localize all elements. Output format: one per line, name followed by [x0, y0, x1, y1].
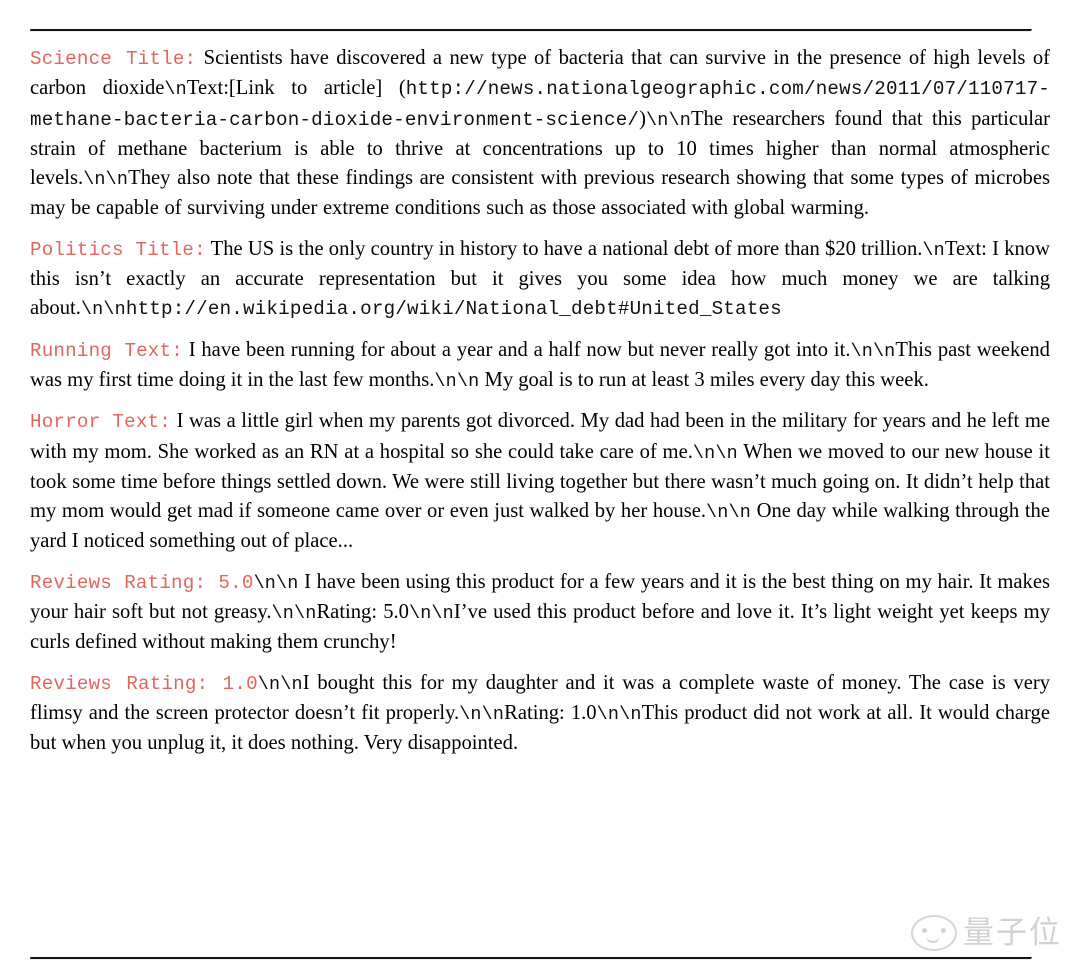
sample-label: Reviews Rating: 1.0 [30, 672, 258, 695]
smiley-face-icon [911, 915, 957, 951]
sample-part-escape: \n\n [850, 340, 896, 362]
sample-part-serif: Rating: 5.0 [316, 601, 409, 624]
sample-part-serif: Rating: 1.0 [504, 701, 597, 724]
sample-part-escape: \n\n [434, 370, 480, 392]
sample-running: Running Text: I have been running for ab… [30, 336, 1050, 397]
sample-part-escape: \n\n [408, 603, 454, 625]
sample-part-serif: ) [639, 107, 647, 130]
sample-part-serif: I have been running for about a year and… [182, 338, 851, 361]
sample-label: Politics Title: [30, 238, 206, 261]
sample-part-escape: \n\n [257, 673, 303, 695]
sample-part-escape: \n\n [80, 299, 126, 321]
sample-part-escape: \n\n [459, 703, 505, 725]
table-bottom-rule [30, 957, 1032, 960]
sample-part-escape: \n\n [83, 169, 129, 191]
samples-container: Science Title: Scientists have discovere… [30, 32, 1050, 759]
sample-part-escape: \n\n [646, 109, 691, 131]
sample-label: Science Title: [30, 48, 197, 70]
sample-part-serif: They also note that these findings are c… [30, 167, 1050, 220]
sample-reviews-5: Reviews Rating: 5.0\n\n I have been usin… [30, 568, 1050, 658]
sample-part-escape: \n [164, 79, 187, 101]
sample-science: Science Title: Scientists have discovere… [30, 44, 1050, 224]
sample-part-escape: \n\n [596, 703, 642, 725]
sample-part-serif: My goal is to run at least 3 miles every… [479, 368, 929, 391]
watermark: 量子位 [911, 915, 1062, 951]
document-page: Science Title: Scientists have discovere… [0, 29, 1080, 973]
sample-politics: Politics Title: The US is the only count… [30, 235, 1050, 325]
sample-part-escape: \n [922, 239, 945, 261]
sample-part-mono: http://en.wikipedia.org/wiki/National_de… [125, 298, 782, 321]
sample-label: Running Text: [30, 339, 183, 362]
sample-part-escape: \n\n [692, 442, 738, 464]
sample-part-escape: \n\n [706, 502, 751, 524]
sample-reviews-1: Reviews Rating: 1.0\n\nI bought this for… [30, 669, 1050, 759]
sample-label: Reviews Rating: 5.0 [30, 571, 254, 594]
sample-part-serif: The US is the only country in history to… [205, 237, 923, 260]
sample-horror: Horror Text: I was a little girl when my… [30, 407, 1050, 556]
sample-part-serif: Text:[Link to article] ( [186, 77, 406, 100]
sample-part-escape: \n\n [253, 572, 299, 594]
sample-label: Horror Text: [30, 411, 171, 434]
sample-part-escape: \n\n [271, 603, 317, 625]
